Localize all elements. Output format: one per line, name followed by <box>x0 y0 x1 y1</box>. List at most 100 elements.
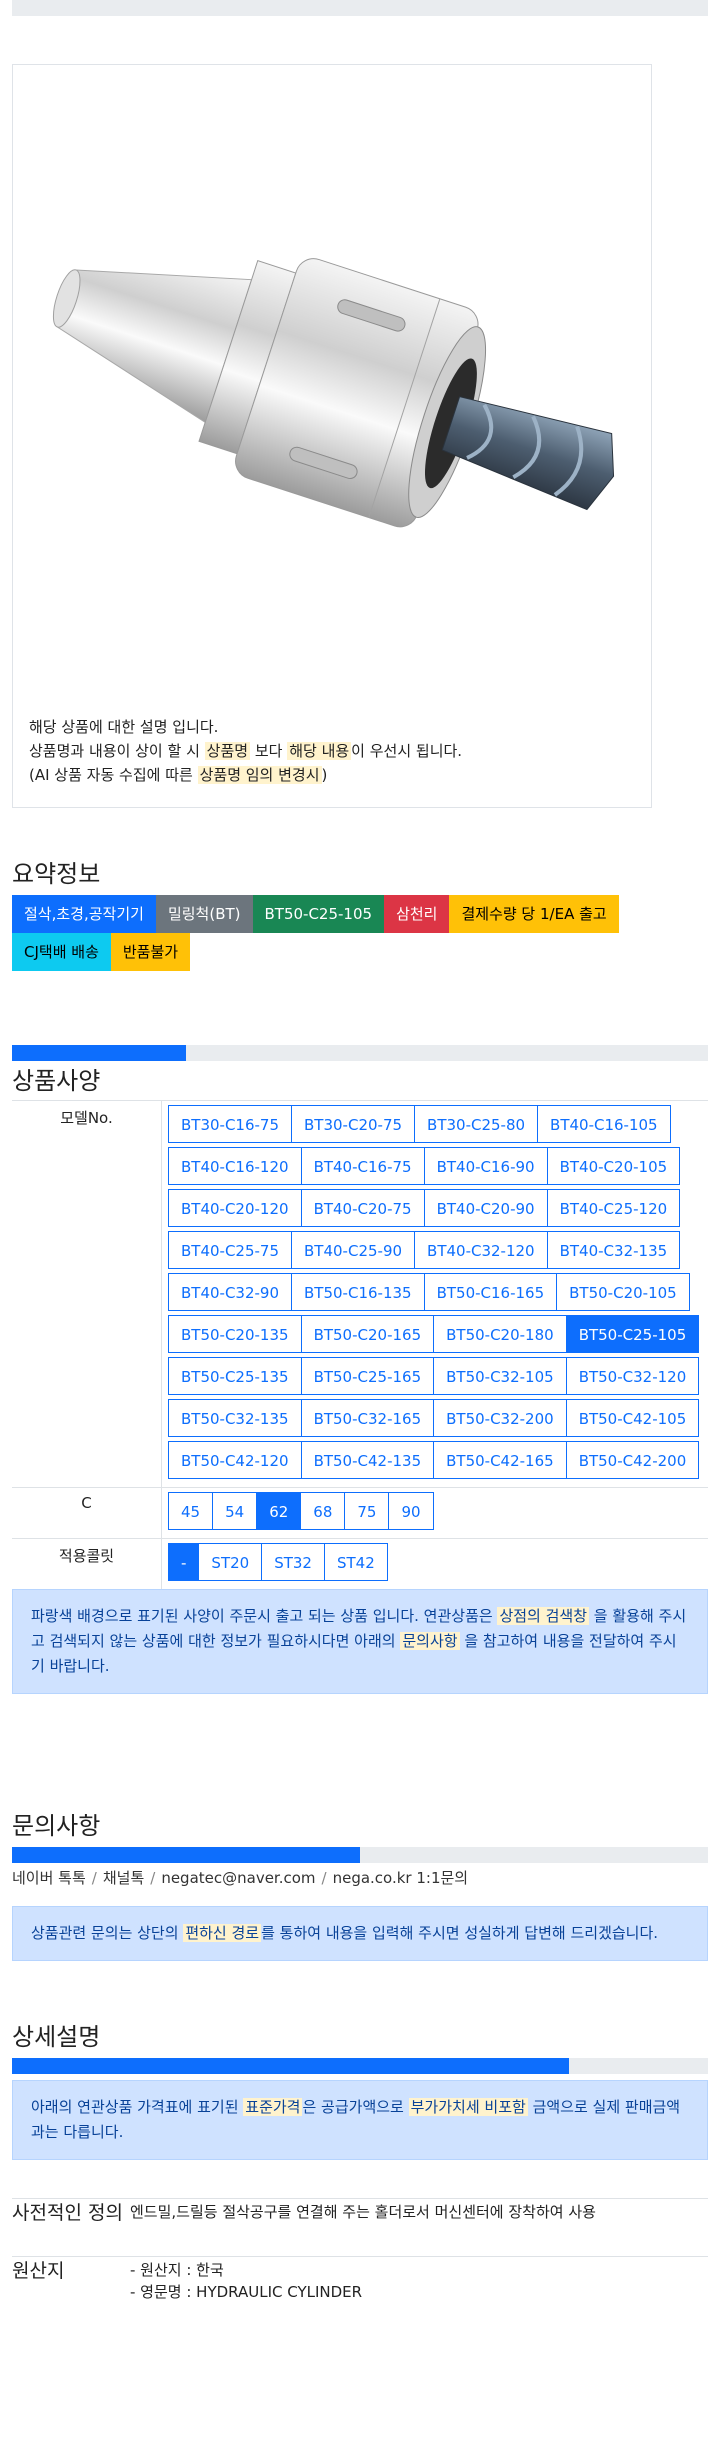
desc-line-2: 상품명과 내용이 상이 할 시 상품명 보다 해당 내용 이 우선시 됩니다. <box>29 739 462 763</box>
model-option[interactable]: BT50-C25-135 <box>168 1357 302 1395</box>
model-option[interactable]: BT50-C25-165 <box>300 1357 435 1395</box>
model-option[interactable]: BT30-C25-80 <box>414 1105 539 1143</box>
summary-badge: CJ택배 배송 <box>12 933 111 971</box>
model-option[interactable]: BT50-C16-165 <box>423 1273 558 1311</box>
model-option[interactable]: BT50-C20-165 <box>300 1315 435 1353</box>
detail-row-value: 엔드밀,드릴등 절삭공구를 연결해 주는 홀더로서 머신센터에 장착하여 사용 <box>130 2199 708 2256</box>
highlight-content: 해당 내용 <box>287 742 352 760</box>
notice-text: 파랑색 배경으로 표기된 사양이 주문시 출고 되는 상품 입니다. 연관상품은 <box>31 1607 498 1625</box>
detail-value-line: 엔드밀,드릴등 절삭공구를 연결해 주는 홀더로서 머신센터에 장착하여 사용 <box>130 2203 596 2221</box>
model-option[interactable]: BT50-C16-135 <box>291 1273 425 1311</box>
c-option[interactable]: 75 <box>344 1492 390 1530</box>
detail-notice: 아래의 연관상품 가격표에 표기된 표준가격 은 공급가액으로 부가가치세 비포함… <box>12 2080 708 2160</box>
spec-row-collet: 적용콜릿 - ST20 ST32 ST42 <box>12 1539 708 1589</box>
spec-notice: 파랑색 배경으로 표기된 사양이 주문시 출고 되는 상품 입니다. 연관상품은… <box>12 1589 708 1694</box>
notice-text: 아래의 연관상품 가격표에 표기된 <box>31 2098 244 2116</box>
model-option[interactable]: BT40-C16-105 <box>537 1105 671 1143</box>
desc-line-1: 해당 상품에 대한 설명 입니다. <box>29 718 219 736</box>
desc-text: 상품명과 내용이 상이 할 시 <box>29 742 205 760</box>
model-label: 모델No. <box>12 1101 162 1487</box>
model-option[interactable]: BT50-C42-120 <box>168 1441 302 1479</box>
model-option[interactable]: BT40-C25-120 <box>546 1189 681 1227</box>
model-option[interactable]: BT50-C20-180 <box>433 1315 567 1353</box>
detail-value-line: - 영문명 : HYDRAULIC CYLINDER <box>130 2283 363 2301</box>
model-option[interactable]: BT40-C20-75 <box>300 1189 425 1227</box>
model-option[interactable]: BT40-C16-75 <box>300 1147 425 1185</box>
c-option[interactable]: 90 <box>388 1492 434 1530</box>
collet-option[interactable]: - <box>168 1543 200 1581</box>
model-option[interactable]: BT50-C32-165 <box>300 1399 435 1437</box>
notice-text: 를 통하여 내용을 입력해 주시면 성실하게 답변해 드리겠습니다. <box>261 1924 659 1942</box>
inquiry-notice: 상품관련 문의는 상단의 편하신 경로 를 통하여 내용을 입력해 주시면 성실하… <box>12 1906 708 1961</box>
product-image-milling-chuck <box>52 258 615 528</box>
inquiry-link[interactable]: nega.co.kr 1:1문의 <box>333 1869 469 1887</box>
model-option[interactable]: BT50-C32-105 <box>433 1357 567 1395</box>
spec-progress-bar <box>12 1045 708 1061</box>
model-option[interactable]: BT50-C20-135 <box>168 1315 302 1353</box>
spec-title: 상품사양 <box>12 1067 101 1095</box>
model-option[interactable]: BT50-C42-135 <box>300 1441 435 1479</box>
page: 해당 상품에 대한 설명 입니다. 상품명과 내용이 상이 할 시 상품명 보다… <box>0 0 720 2454</box>
model-option[interactable]: BT40-C32-120 <box>414 1231 548 1269</box>
model-option[interactable]: BT50-C20-105 <box>556 1273 690 1311</box>
summary-badges: 절삭,초경,공작기기 밀링척(BT) BT50-C25-105 삼천리 결제수량 당 1… <box>12 895 682 971</box>
inquiry-link[interactable]: 네이버 톡톡 <box>12 1869 86 1887</box>
notice-text: 은 공급가액으로 <box>302 2098 409 2116</box>
spec-row-c: C 45 54 62 68 75 90 <box>12 1488 708 1539</box>
model-option[interactable]: BT40-C16-90 <box>423 1147 548 1185</box>
link-separator: / <box>321 1869 327 1887</box>
spec-progress-fill <box>12 1045 186 1061</box>
model-option[interactable]: BT30-C16-75 <box>168 1105 293 1143</box>
summary-badge: 밀링척(BT) <box>155 895 253 933</box>
c-option[interactable]: 54 <box>212 1492 258 1530</box>
collet-option[interactable]: ST20 <box>198 1543 263 1581</box>
model-option[interactable]: BT50-C42-200 <box>565 1441 700 1479</box>
model-option[interactable]: BT40-C25-75 <box>168 1231 293 1269</box>
inquiry-link[interactable]: 채널톡 <box>103 1869 144 1887</box>
c-option[interactable]: 45 <box>168 1492 214 1530</box>
model-option[interactable]: BT40-C16-120 <box>168 1147 302 1185</box>
inquiry-link[interactable]: negatec@naver.com <box>161 1869 315 1887</box>
desc-text: 보다 <box>250 742 288 760</box>
summary-badge: 삼천리 <box>384 895 450 933</box>
model-option[interactable]: BT50-C42-105 <box>565 1399 700 1437</box>
detail-row-label: 사전적인 정의 <box>12 2202 123 2224</box>
c-option[interactable]: 68 <box>300 1492 346 1530</box>
detail-row-value: - 원산지 : 한국 - 영문명 : HYDRAULIC CYLINDER <box>130 2257 708 2303</box>
spec-table: 모델No. BT30-C16-75 BT30-C20-75 BT30-C25-80 B… <box>12 1100 708 1589</box>
model-option[interactable]: BT40-C32-135 <box>546 1231 681 1269</box>
inquiry-title: 문의사항 <box>12 1812 101 1840</box>
collet-option[interactable]: ST42 <box>323 1543 388 1581</box>
model-option[interactable]: BT40-C20-90 <box>423 1189 548 1227</box>
model-option[interactable]: BT30-C20-75 <box>291 1105 416 1143</box>
model-option[interactable]: BT50-C42-165 <box>433 1441 567 1479</box>
model-option[interactable]: BT40-C25-90 <box>291 1231 416 1269</box>
summary-badge: 반품불가 <box>110 933 191 971</box>
top-progress-bar <box>12 0 708 16</box>
model-option[interactable]: BT50-C25-105 <box>565 1315 700 1353</box>
highlight-product-name: 상품명 <box>204 742 251 760</box>
detail-row: 원산지 - 원산지 : 한국 - 영문명 : HYDRAULIC CYLINDER <box>12 2256 708 2303</box>
spec-row-model: 모델No. BT30-C16-75 BT30-C20-75 BT30-C25-80 B… <box>12 1101 708 1488</box>
collet-option[interactable]: ST32 <box>261 1543 325 1581</box>
model-option[interactable]: BT50-C32-135 <box>168 1399 302 1437</box>
summary-title: 요약정보 <box>12 860 101 888</box>
model-option[interactable]: BT40-C20-120 <box>168 1189 302 1227</box>
summary-badge: 절삭,초경,공작기기 <box>12 895 156 933</box>
highlight-search-box: 상점의 검색창 <box>497 1607 590 1625</box>
summary-badge: 결제수량 당 1/EA 출고 <box>449 895 619 933</box>
desc-text: 이 우선시 됩니다. <box>351 742 463 760</box>
link-separator: / <box>150 1869 156 1887</box>
model-option[interactable]: BT40-C20-105 <box>546 1147 681 1185</box>
inquiry-progress-bar <box>12 1847 708 1863</box>
model-option[interactable]: BT50-C32-120 <box>565 1357 700 1395</box>
detail-row: 사전적인 정의 엔드밀,드릴등 절삭공구를 연결해 주는 홀더로서 머신센터에 장… <box>12 2198 708 2256</box>
highlight-route: 편하신 경로 <box>183 1924 262 1942</box>
model-option[interactable]: BT40-C32-90 <box>168 1273 293 1311</box>
model-option[interactable]: BT50-C32-200 <box>433 1399 567 1437</box>
inquiry-links: 네이버 톡톡 / 채널톡 / negatec@naver.com / nega.co.kr … <box>12 1867 708 1888</box>
product-image-card: 해당 상품에 대한 설명 입니다. 상품명과 내용이 상이 할 시 상품명 보다… <box>12 64 652 808</box>
c-option[interactable]: 62 <box>256 1492 302 1530</box>
notice-text: 상품관련 문의는 상단의 <box>31 1924 184 1942</box>
c-label: C <box>12 1488 162 1538</box>
